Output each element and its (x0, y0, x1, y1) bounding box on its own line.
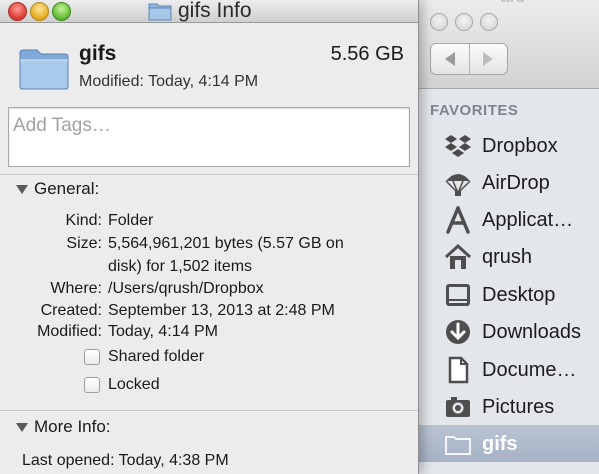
sidebar-item-airdrop[interactable]: AirDrop (410, 164, 599, 201)
sidebar-item-label: gifs (482, 433, 518, 455)
sidebar-item-desktop[interactable]: Desktop (410, 276, 599, 313)
modified-label: Modified: (37, 323, 102, 340)
info-window: gifs Info gifs 5.56 GB Modified: Today, … (0, 0, 419, 474)
disclosure-triangle-icon (16, 184, 28, 194)
item-modified: Modified: Today, 4:14 PM (79, 73, 259, 90)
divider (0, 174, 418, 175)
sidebar-item-label: Desktop (482, 284, 556, 306)
sidebar-item-documents[interactable]: Docume… (410, 351, 599, 388)
sidebar-item-downloads[interactable]: Downloads (410, 313, 599, 350)
modified-value: Today, 4:14 PM (108, 323, 218, 340)
sidebar-item-label: Downloads (482, 321, 581, 343)
locked-checkbox[interactable] (84, 377, 100, 393)
divider (0, 410, 418, 411)
desktop-icon (446, 284, 470, 306)
info-titlebar[interactable]: gifs Info (0, 0, 418, 23)
back-forward-control (430, 43, 508, 75)
item-size: 5.56 GB (330, 43, 404, 65)
finder-sidebar: FAVORITES Dropbox AirDrop Applicat… qrus… (410, 89, 599, 474)
back-button[interactable] (431, 44, 469, 74)
sidebar-item-label: Pictures (482, 396, 555, 418)
size-value-line1: 5,564,961,201 bytes (5.57 GB on (108, 235, 344, 252)
forward-button[interactable] (468, 44, 508, 74)
finder-zoom-button[interactable] (480, 13, 498, 31)
created-label: Created: (40, 302, 102, 319)
locked-label: Locked (108, 376, 160, 393)
sidebar-item-label: Docume… (482, 359, 577, 381)
window-title: gifs Info (148, 0, 252, 23)
home-icon (444, 243, 472, 269)
shared-folder-checkbox[interactable] (84, 349, 100, 365)
created-value: September 13, 2013 at 2:48 PM (108, 302, 335, 319)
general-heading: General: (34, 179, 100, 198)
kind-value: Folder (108, 212, 154, 229)
forward-arrow-icon (483, 52, 494, 66)
documents-icon (448, 356, 469, 384)
kind-label: Kind: (65, 212, 102, 229)
tags-field[interactable]: Add Tags… (8, 107, 410, 167)
sidebar-item-label: Applicat… (482, 209, 574, 231)
item-name: gifs (79, 42, 117, 65)
sidebar-item-gifs[interactable]: gifs (410, 425, 599, 462)
window-title-text: gifs Info (178, 0, 252, 22)
last-opened-value: Last opened: Today, 4:38 PM (22, 452, 229, 469)
tags-placeholder: Add Tags… (13, 115, 111, 136)
finder-minimize-button[interactable] (455, 13, 473, 31)
applications-icon (446, 206, 470, 234)
locked-row[interactable]: Locked (84, 376, 160, 394)
sidebar-item-label: AirDrop (482, 172, 550, 194)
shared-folder-label: Shared folder (108, 348, 205, 365)
zoom-button[interactable] (52, 2, 71, 21)
dropbox-icon (445, 135, 471, 157)
size-value-line2: disk) for 1,502 items (108, 258, 253, 275)
finder-window-title: ars (500, 0, 525, 7)
size-label: Size: (66, 235, 102, 252)
finder-close-button[interactable] (430, 13, 448, 31)
sidebar-item-pictures[interactable]: Pictures (410, 388, 599, 425)
minimize-button[interactable] (30, 2, 49, 21)
downloads-icon (446, 320, 470, 344)
sidebar-item-applications[interactable]: Applicat… (410, 201, 599, 238)
sidebar-heading-favorites: FAVORITES (430, 102, 519, 119)
folder-icon (148, 3, 172, 21)
pictures-icon (446, 397, 470, 417)
disclosure-triangle-icon (16, 422, 28, 432)
back-arrow-icon (444, 52, 455, 66)
folder-icon (19, 49, 69, 90)
sidebar-item-dropbox[interactable]: Dropbox (410, 127, 599, 164)
where-value: /Users/qrush/Dropbox (108, 280, 264, 297)
shared-folder-row[interactable]: Shared folder (84, 348, 204, 366)
more-info-section-toggle[interactable]: More Info: (16, 417, 111, 437)
sidebar-item-label: qrush (482, 246, 533, 268)
sidebar-item-home[interactable]: qrush (410, 238, 599, 275)
where-label: Where: (50, 280, 102, 297)
airdrop-icon (445, 174, 471, 196)
sidebar-item-label: Dropbox (482, 135, 558, 157)
close-button[interactable] (8, 2, 27, 21)
general-section-toggle[interactable]: General: (16, 179, 99, 199)
more-info-heading: More Info: (34, 417, 111, 436)
info-header: gifs 5.56 GB Modified: Today, 4:14 PM (0, 23, 418, 103)
folder-icon (445, 436, 471, 455)
